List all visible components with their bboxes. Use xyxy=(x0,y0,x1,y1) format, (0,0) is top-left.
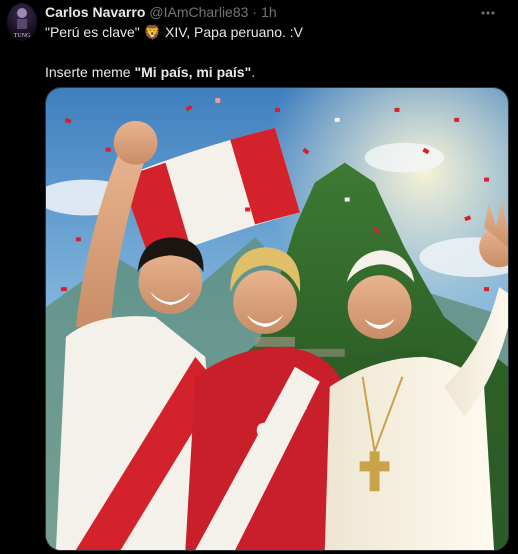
tweet-media-image[interactable]: 9 xyxy=(45,87,509,551)
more-options-button[interactable] xyxy=(476,3,500,23)
more-horizontal-icon xyxy=(481,11,495,15)
tweet-text-line-1: "Perú es clave" 🦁 XIV, Papa peruano. :V xyxy=(45,24,303,41)
separator-dot: · xyxy=(252,4,258,20)
lion-emoji-icon: 🦁 xyxy=(143,24,162,40)
tweet-quote: "Perú es clave" xyxy=(45,24,140,40)
jersey-number: 9 xyxy=(256,416,275,454)
author-handle[interactable]: @IAmCharlie83 xyxy=(149,4,248,20)
tweet-text-prefix: Inserte meme xyxy=(45,64,135,80)
avatar-logo-text: TUNG xyxy=(14,33,31,39)
tweet-text-rest: XIV, Papa peruano. :V xyxy=(164,24,304,40)
tweet-text-line-2: Inserte meme "Mi país, mi país". xyxy=(45,64,255,80)
illustration: 9 xyxy=(46,88,508,550)
author-name[interactable]: Carlos Navarro xyxy=(45,4,145,20)
tweet-text-bold: "Mi país, mi país" xyxy=(134,64,252,80)
tweet-header: Carlos Navarro @IAmCharlie83 · 1h xyxy=(45,3,508,21)
tweet-timestamp[interactable]: 1h xyxy=(261,4,277,20)
tweet-text-suffix: . xyxy=(251,64,256,80)
author-avatar[interactable]: TUNG xyxy=(7,3,37,41)
